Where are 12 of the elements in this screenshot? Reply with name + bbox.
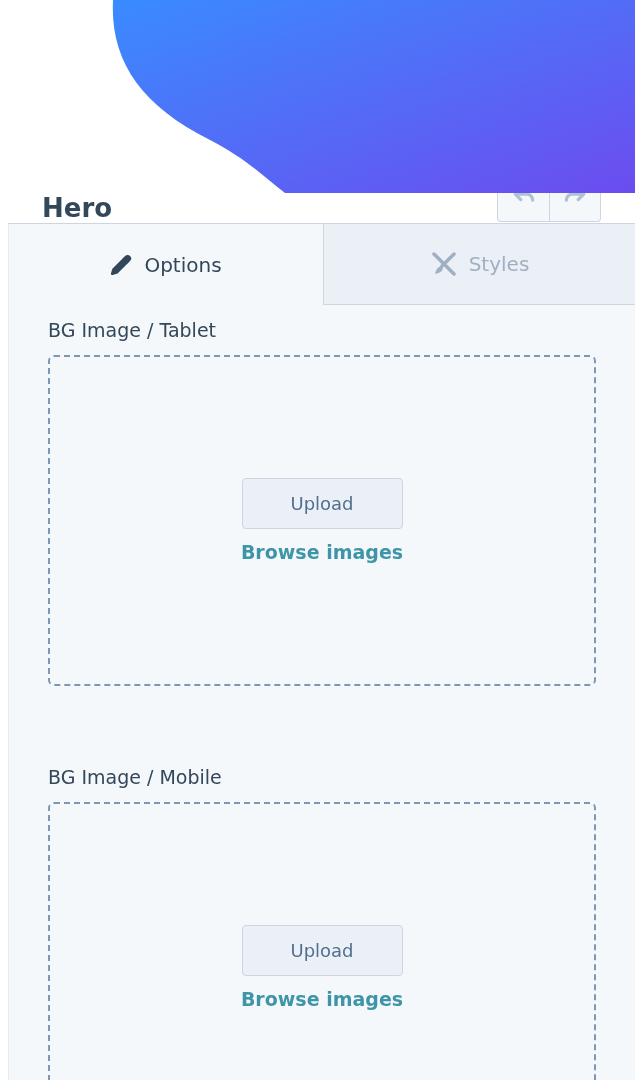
pencil-icon: [110, 253, 133, 276]
upload-button[interactable]: Upload: [241, 925, 403, 976]
upload-button[interactable]: Upload: [241, 478, 403, 529]
drop-zone[interactable]: Upload Browse images: [48, 802, 596, 1080]
field-label: BG Image / Mobile: [48, 766, 223, 788]
browse-images-link[interactable]: Browse images: [240, 541, 404, 563]
browse-images-link[interactable]: Browse images: [240, 988, 404, 1010]
panel-title: Hero: [42, 193, 113, 223]
drop-zone[interactable]: Upload Browse images: [48, 355, 596, 686]
brush-icon: [430, 251, 457, 277]
redo-icon: [562, 193, 588, 203]
field-label: BG Image / Tablet: [48, 319, 218, 341]
